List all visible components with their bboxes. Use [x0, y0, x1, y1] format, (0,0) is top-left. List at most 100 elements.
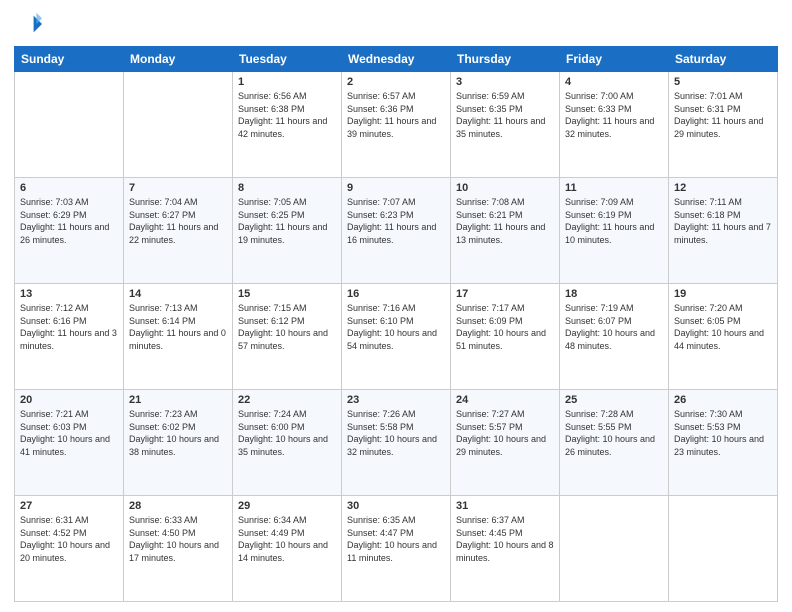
- day-info: Sunrise: 7:07 AMSunset: 6:23 PMDaylight:…: [347, 196, 445, 246]
- weekday-header-row: SundayMondayTuesdayWednesdayThursdayFrid…: [15, 47, 778, 72]
- day-info: Sunrise: 7:05 AMSunset: 6:25 PMDaylight:…: [238, 196, 336, 246]
- day-number: 28: [129, 500, 227, 512]
- weekday-header-wednesday: Wednesday: [342, 47, 451, 72]
- day-info: Sunrise: 7:12 AMSunset: 6:16 PMDaylight:…: [20, 302, 118, 352]
- day-info: Sunrise: 6:33 AMSunset: 4:50 PMDaylight:…: [129, 514, 227, 564]
- day-number: 24: [456, 394, 554, 406]
- day-cell: 10 Sunrise: 7:08 AMSunset: 6:21 PMDayligh…: [451, 178, 560, 284]
- day-number: 5: [674, 76, 772, 88]
- day-info: Sunrise: 7:04 AMSunset: 6:27 PMDaylight:…: [129, 196, 227, 246]
- day-cell: 5 Sunrise: 7:01 AMSunset: 6:31 PMDaylight…: [669, 72, 778, 178]
- day-cell: 4Sunrise: 7:00 AMSunset: 6:33 PMDaylight…: [560, 72, 669, 178]
- day-number: 12: [674, 182, 772, 194]
- logo-icon: [14, 10, 42, 38]
- day-cell: 31 Sunrise: 6:37 AMSunset: 4:45 PMDayligh…: [451, 496, 560, 602]
- day-number: 3: [456, 76, 554, 88]
- page: SundayMondayTuesdayWednesdayThursdayFrid…: [0, 0, 792, 612]
- day-number: 11: [565, 182, 663, 194]
- day-cell: 6Sunrise: 7:03 AMSunset: 6:29 PMDaylight…: [15, 178, 124, 284]
- day-info: Sunrise: 7:13 AMSunset: 6:14 PMDaylight:…: [129, 302, 227, 352]
- day-info: Sunrise: 7:23 AMSunset: 6:02 PMDaylight:…: [129, 408, 227, 458]
- day-info: Sunrise: 7:09 AMSunset: 6:19 PMDaylight:…: [565, 196, 663, 246]
- day-cell: 3 Sunrise: 6:59 AMSunset: 6:35 PMDaylight…: [451, 72, 560, 178]
- day-number: 27: [20, 500, 118, 512]
- day-number: 25: [565, 394, 663, 406]
- day-cell: 21 Sunrise: 7:23 AMSunset: 6:02 PMDayligh…: [124, 390, 233, 496]
- day-info: Sunrise: 7:27 AMSunset: 5:57 PMDaylight:…: [456, 408, 554, 458]
- day-number: 22: [238, 394, 336, 406]
- day-cell: 9 Sunrise: 7:07 AMSunset: 6:23 PMDaylight…: [342, 178, 451, 284]
- day-info: Sunrise: 7:11 AMSunset: 6:18 PMDaylight:…: [674, 196, 772, 246]
- day-cell: 18 Sunrise: 7:19 AMSunset: 6:07 PMDayligh…: [560, 284, 669, 390]
- calendar: SundayMondayTuesdayWednesdayThursdayFrid…: [14, 46, 778, 602]
- day-number: 8: [238, 182, 336, 194]
- day-info: Sunrise: 7:01 AMSunset: 6:31 PMDaylight:…: [674, 90, 772, 140]
- weekday-header-saturday: Saturday: [669, 47, 778, 72]
- day-cell: [124, 72, 233, 178]
- day-number: 21: [129, 394, 227, 406]
- day-cell: 29 Sunrise: 6:34 AMSunset: 4:49 PMDayligh…: [233, 496, 342, 602]
- day-cell: 25Sunrise: 7:28 AMSunset: 5:55 PMDayligh…: [560, 390, 669, 496]
- day-cell: 14 Sunrise: 7:13 AMSunset: 6:14 PMDayligh…: [124, 284, 233, 390]
- day-cell: 22 Sunrise: 7:24 AMSunset: 6:00 PMDayligh…: [233, 390, 342, 496]
- day-info: Sunrise: 6:34 AMSunset: 4:49 PMDaylight:…: [238, 514, 336, 564]
- day-number: 9: [347, 182, 445, 194]
- weekday-header-tuesday: Tuesday: [233, 47, 342, 72]
- day-cell: 7Sunrise: 7:04 AMSunset: 6:27 PMDaylight…: [124, 178, 233, 284]
- day-info: Sunrise: 7:20 AMSunset: 6:05 PMDaylight:…: [674, 302, 772, 352]
- day-info: Sunrise: 7:03 AMSunset: 6:29 PMDaylight:…: [20, 196, 118, 246]
- day-number: 10: [456, 182, 554, 194]
- day-cell: 11 Sunrise: 7:09 AMSunset: 6:19 PMDayligh…: [560, 178, 669, 284]
- day-cell: 13 Sunrise: 7:12 AMSunset: 6:16 PMDayligh…: [15, 284, 124, 390]
- day-cell: 15Sunrise: 7:15 AMSunset: 6:12 PMDayligh…: [233, 284, 342, 390]
- day-number: 15: [238, 288, 336, 300]
- day-info: Sunrise: 6:57 AMSunset: 6:36 PMDaylight:…: [347, 90, 445, 140]
- day-info: Sunrise: 6:59 AMSunset: 6:35 PMDaylight:…: [456, 90, 554, 140]
- week-row-4: 20Sunrise: 7:21 AMSunset: 6:03 PMDayligh…: [15, 390, 778, 496]
- day-info: Sunrise: 7:08 AMSunset: 6:21 PMDaylight:…: [456, 196, 554, 246]
- day-cell: 17Sunrise: 7:17 AMSunset: 6:09 PMDayligh…: [451, 284, 560, 390]
- day-cell: 23 Sunrise: 7:26 AMSunset: 5:58 PMDayligh…: [342, 390, 451, 496]
- day-cell: 26 Sunrise: 7:30 AMSunset: 5:53 PMDayligh…: [669, 390, 778, 496]
- weekday-header-sunday: Sunday: [15, 47, 124, 72]
- day-cell: 30 Sunrise: 6:35 AMSunset: 4:47 PMDayligh…: [342, 496, 451, 602]
- week-row-1: 1Sunrise: 6:56 AMSunset: 6:38 PMDaylight…: [15, 72, 778, 178]
- day-number: 23: [347, 394, 445, 406]
- day-number: 29: [238, 500, 336, 512]
- day-info: Sunrise: 6:31 AMSunset: 4:52 PMDaylight:…: [20, 514, 118, 564]
- day-cell: 2 Sunrise: 6:57 AMSunset: 6:36 PMDaylight…: [342, 72, 451, 178]
- weekday-header-monday: Monday: [124, 47, 233, 72]
- day-info: Sunrise: 6:35 AMSunset: 4:47 PMDaylight:…: [347, 514, 445, 564]
- day-number: 13: [20, 288, 118, 300]
- day-cell: 1Sunrise: 6:56 AMSunset: 6:38 PMDaylight…: [233, 72, 342, 178]
- day-cell: [669, 496, 778, 602]
- day-number: 26: [674, 394, 772, 406]
- day-info: Sunrise: 7:16 AMSunset: 6:10 PMDaylight:…: [347, 302, 445, 352]
- day-info: Sunrise: 6:56 AMSunset: 6:38 PMDaylight:…: [238, 90, 336, 140]
- day-info: Sunrise: 7:30 AMSunset: 5:53 PMDaylight:…: [674, 408, 772, 458]
- day-number: 19: [674, 288, 772, 300]
- day-info: Sunrise: 7:24 AMSunset: 6:00 PMDaylight:…: [238, 408, 336, 458]
- day-info: Sunrise: 6:37 AMSunset: 4:45 PMDaylight:…: [456, 514, 554, 564]
- day-info: Sunrise: 7:17 AMSunset: 6:09 PMDaylight:…: [456, 302, 554, 352]
- day-number: 31: [456, 500, 554, 512]
- day-info: Sunrise: 7:00 AMSunset: 6:33 PMDaylight:…: [565, 90, 663, 140]
- day-info: Sunrise: 7:26 AMSunset: 5:58 PMDaylight:…: [347, 408, 445, 458]
- weekday-header-thursday: Thursday: [451, 47, 560, 72]
- day-number: 16: [347, 288, 445, 300]
- day-cell: [15, 72, 124, 178]
- week-row-2: 6Sunrise: 7:03 AMSunset: 6:29 PMDaylight…: [15, 178, 778, 284]
- day-cell: 27 Sunrise: 6:31 AMSunset: 4:52 PMDayligh…: [15, 496, 124, 602]
- day-number: 14: [129, 288, 227, 300]
- day-cell: 8 Sunrise: 7:05 AMSunset: 6:25 PMDaylight…: [233, 178, 342, 284]
- day-number: 30: [347, 500, 445, 512]
- day-cell: 20Sunrise: 7:21 AMSunset: 6:03 PMDayligh…: [15, 390, 124, 496]
- day-cell: [560, 496, 669, 602]
- week-row-5: 27 Sunrise: 6:31 AMSunset: 4:52 PMDayligh…: [15, 496, 778, 602]
- day-number: 18: [565, 288, 663, 300]
- day-number: 2: [347, 76, 445, 88]
- day-info: Sunrise: 7:19 AMSunset: 6:07 PMDaylight:…: [565, 302, 663, 352]
- day-cell: 12 Sunrise: 7:11 AMSunset: 6:18 PMDayligh…: [669, 178, 778, 284]
- weekday-header-friday: Friday: [560, 47, 669, 72]
- day-cell: 24 Sunrise: 7:27 AMSunset: 5:57 PMDayligh…: [451, 390, 560, 496]
